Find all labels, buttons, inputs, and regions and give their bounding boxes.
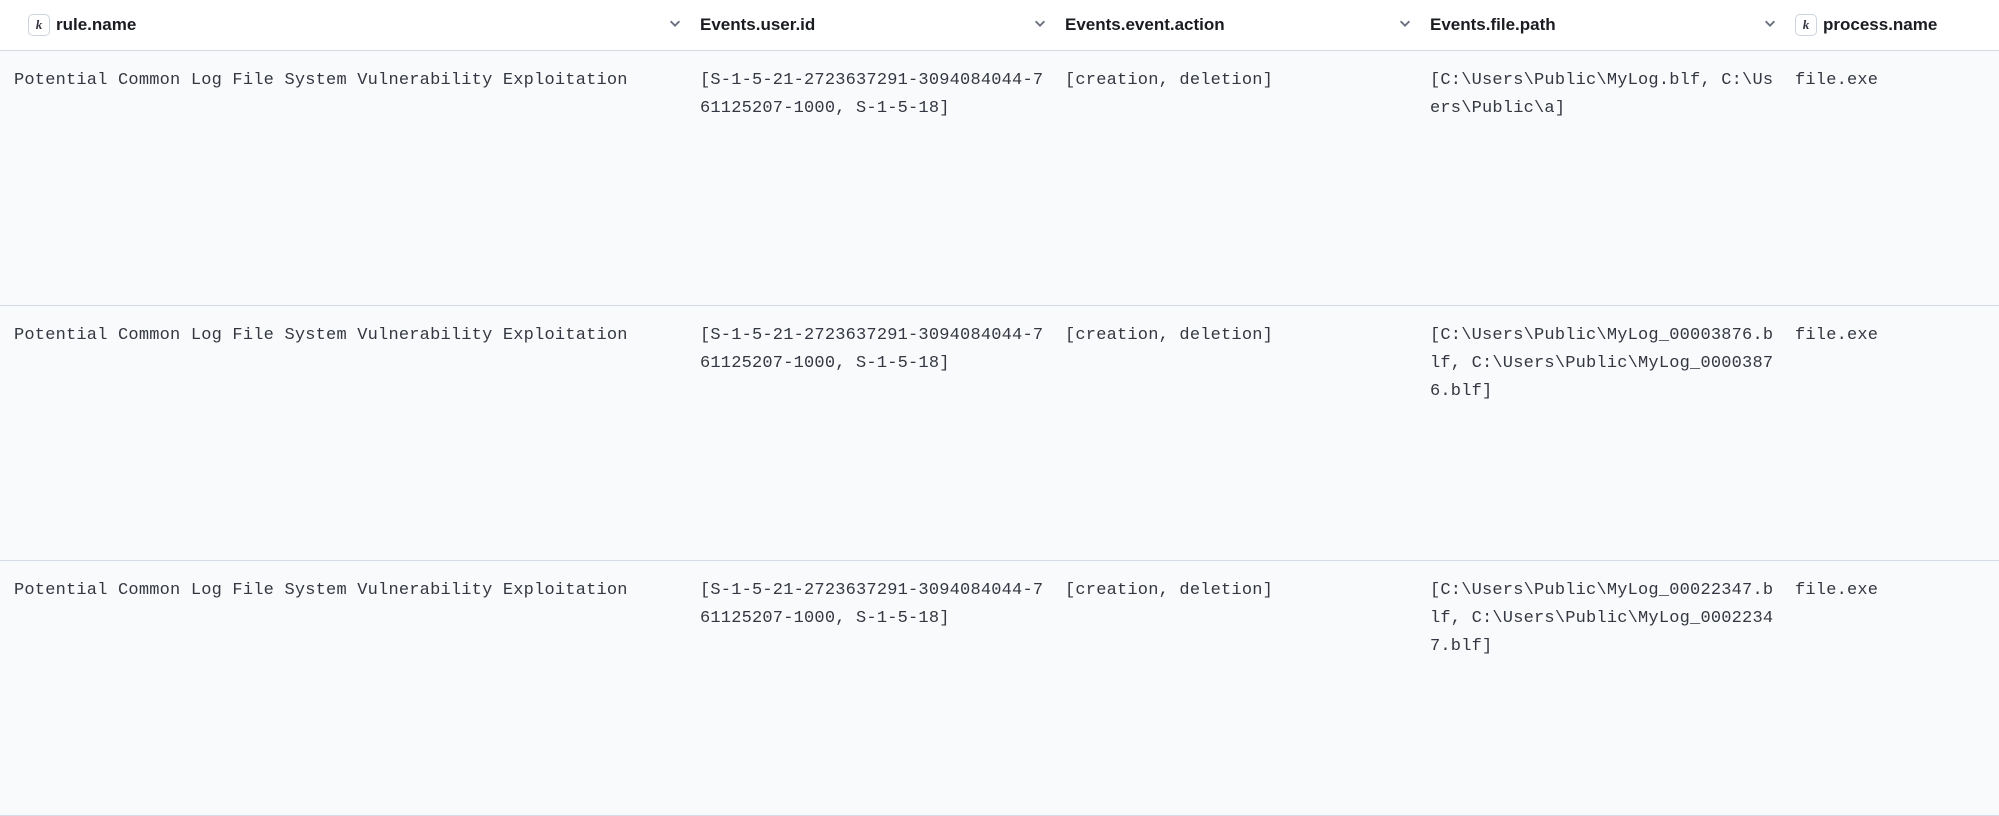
column-label: Events.file.path [1430, 15, 1556, 35]
chevron-down-icon[interactable] [1033, 15, 1047, 35]
chevron-down-icon[interactable] [1763, 15, 1777, 35]
column-header-process-name[interactable]: k process.name [1795, 0, 1999, 51]
cell-user-id: [S-1-5-21-2723637291-3094084044-76112520… [700, 51, 1065, 306]
column-label: Events.user.id [700, 15, 815, 35]
keyword-type-icon: k [28, 14, 50, 36]
column-label: rule.name [56, 15, 136, 35]
column-header-rule-name[interactable]: k rule.name [0, 0, 700, 51]
keyword-type-icon: k [1795, 14, 1817, 36]
table-row[interactable]: Potential Common Log File System Vulnera… [0, 51, 1999, 306]
cell-user-id: [S-1-5-21-2723637291-3094084044-76112520… [700, 561, 1065, 816]
cell-process-name: file.exe [1795, 51, 1999, 306]
table-row[interactable]: Potential Common Log File System Vulnera… [0, 561, 1999, 816]
cell-rule-name: Potential Common Log File System Vulnera… [0, 561, 700, 816]
cell-event-action: [creation, deletion] [1065, 306, 1430, 561]
cell-file-path: [C:\Users\Public\MyLog_00022347.blf, C:\… [1430, 561, 1795, 816]
chevron-down-icon[interactable] [1398, 15, 1412, 35]
cell-process-name: file.exe [1795, 561, 1999, 816]
column-header-file-path[interactable]: Events.file.path [1430, 0, 1795, 51]
cell-file-path: [C:\Users\Public\MyLog.blf, C:\Users\Pub… [1430, 51, 1795, 306]
table-header-row: k rule.name Events.user.id Events.event.… [0, 0, 1999, 51]
column-label: process.name [1823, 15, 1937, 35]
events-table: k rule.name Events.user.id Events.event.… [0, 0, 1999, 816]
chevron-down-icon[interactable] [668, 15, 682, 35]
table-row[interactable]: Potential Common Log File System Vulnera… [0, 306, 1999, 561]
column-header-event-action[interactable]: Events.event.action [1065, 0, 1430, 51]
cell-rule-name: Potential Common Log File System Vulnera… [0, 51, 700, 306]
cell-process-name: file.exe [1795, 306, 1999, 561]
cell-rule-name: Potential Common Log File System Vulnera… [0, 306, 700, 561]
table-body: Potential Common Log File System Vulnera… [0, 51, 1999, 816]
cell-user-id: [S-1-5-21-2723637291-3094084044-76112520… [700, 306, 1065, 561]
column-header-user-id[interactable]: Events.user.id [700, 0, 1065, 51]
column-label: Events.event.action [1065, 15, 1225, 35]
cell-file-path: [C:\Users\Public\MyLog_00003876.blf, C:\… [1430, 306, 1795, 561]
cell-event-action: [creation, deletion] [1065, 51, 1430, 306]
cell-event-action: [creation, deletion] [1065, 561, 1430, 816]
